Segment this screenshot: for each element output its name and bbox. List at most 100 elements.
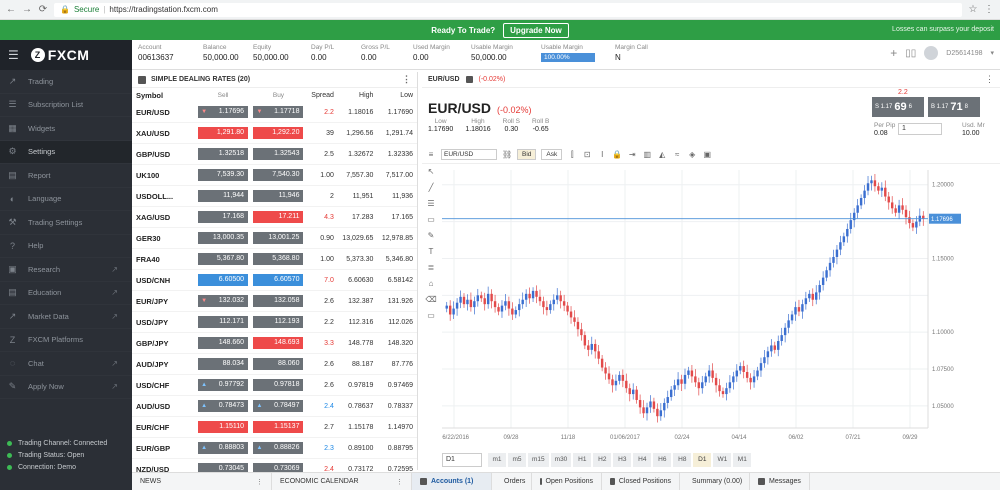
chart-tab-symbol[interactable]: EUR/USD — [428, 76, 460, 83]
trendline-icon[interactable]: ╱ — [429, 183, 434, 192]
sidebar-item-trading-settings[interactable]: ⚒ Trading Settings — [0, 211, 132, 235]
tab-summary-0-00-[interactable]: Summary (0.00) — [680, 472, 750, 490]
menu-dots-icon[interactable]: ⋮ — [984, 4, 994, 15]
sell-price-button[interactable]: ▲ 0.88803 — [198, 442, 249, 454]
table-row[interactable]: AUD/JPY 88.034 88.060 2.6 88.187 87.776 — [132, 354, 417, 375]
buy-price-button[interactable]: 1.32543 — [253, 148, 304, 160]
panel-menu-icon[interactable]: ⋮ — [402, 74, 411, 85]
sell-price-button[interactable]: 13,000.35 — [198, 232, 249, 244]
fib-icon[interactable]: ☰ — [427, 199, 434, 208]
tab-closed-positions[interactable]: Closed Positions — [602, 472, 680, 490]
indicator-icon[interactable]: ⊡ — [582, 150, 592, 159]
sidebar-item-settings[interactable]: ⚙ Settings — [0, 140, 132, 164]
chart-menu-icon[interactable]: ⋮ — [985, 74, 994, 85]
sidebar-item-research[interactable]: ▣ Research ↗ — [0, 258, 132, 282]
table-row[interactable]: UK100 7,539.30 7,540.30 1.00 7,557.30 7,517.0… — [132, 165, 417, 186]
tab-orders[interactable]: Orders — [492, 472, 532, 490]
ruler-icon[interactable]: ▭ — [427, 311, 435, 320]
rectangle-icon[interactable]: ▭ — [427, 215, 435, 224]
pair-select[interactable]: EUR/USD — [441, 149, 497, 160]
timeframe-m15[interactable]: m15 — [528, 453, 549, 467]
sell-price-button[interactable]: 5,367.80 — [198, 253, 249, 265]
table-row[interactable]: USD/CHF ▲ 0.97792 0.97818 2.6 0.97819 0.97469 — [132, 375, 417, 396]
buy-price-button[interactable]: 132.058 — [253, 295, 304, 307]
timeframe-select[interactable]: D1 — [442, 453, 482, 467]
timeframe-h3[interactable]: H3 — [613, 453, 632, 467]
table-row[interactable]: USDOLL... 11,944 11,946 2 11,951 11,936 — [132, 186, 417, 207]
buy-price-button[interactable]: 1.15137 — [253, 421, 304, 433]
sell-price-button[interactable]: 17.168 — [198, 211, 249, 223]
pattern-icon[interactable]: ≣ — [428, 263, 435, 272]
sidebar-item-trading[interactable]: ↗ Trading — [0, 70, 132, 94]
buy-price-button[interactable]: 1,292.20 — [253, 127, 304, 139]
table-row[interactable]: XAU/USD 1,291.80 1,292.20 39 1,296.56 1,291.7… — [132, 123, 417, 144]
tab-open-positions[interactable]: Open Positions — [532, 472, 602, 490]
table-row[interactable]: USD/CNH 6.60500 6.60570 7.0 6.60630 6.58142 — [132, 270, 417, 291]
reload-icon[interactable]: ⟳ — [38, 4, 48, 15]
buy-price-button[interactable]: ▲ 0.78497 — [253, 400, 304, 412]
tab-economic-calendar[interactable]: ECONOMIC CALENDAR ⋮ — [272, 472, 412, 490]
layers-icon[interactable]: ◈ — [687, 150, 697, 159]
sidebar-item-language[interactable]: ◐ Language — [0, 188, 132, 211]
timeframe-h6[interactable]: H6 — [653, 453, 672, 467]
sell-price-button[interactable]: 112.171 — [198, 316, 249, 328]
avatar[interactable] — [924, 46, 939, 60]
sell-price-button[interactable]: 1,291.80 — [198, 127, 249, 139]
sidebar-item-help[interactable]: ? Help — [0, 235, 132, 258]
star-icon[interactable]: ☆ — [968, 4, 978, 15]
sidebar-item-chat[interactable]: ◌ Chat ↗ — [0, 352, 132, 376]
sell-price-button[interactable]: ▲ 0.97792 — [198, 379, 249, 391]
link-icon[interactable]: ⛓ — [502, 150, 512, 159]
buy-price-button[interactable]: 17.211 — [253, 211, 304, 223]
add-icon[interactable]: + — [890, 46, 897, 60]
cursor-icon[interactable]: ↖ — [428, 167, 435, 176]
forward-icon[interactable]: → — [22, 4, 32, 15]
quantity-input[interactable]: 1 — [898, 123, 942, 135]
timeframe-m30[interactable]: m30 — [550, 453, 572, 467]
timeframe-h2[interactable]: H2 — [593, 453, 612, 467]
sell-price-button[interactable]: ▲ 0.78473 — [198, 400, 249, 412]
sidebar-item-fxcm-platforms[interactable]: Z FXCM Platforms — [0, 329, 132, 352]
toolbar-menu-icon[interactable]: ≡ — [426, 150, 436, 159]
sell-price-button[interactable]: 7,539.30 — [198, 169, 249, 181]
timeframe-w1[interactable]: W1 — [713, 453, 732, 467]
table-row[interactable]: GBP/USD 1.32518 1.32543 2.5 1.32672 1.32336 — [132, 144, 417, 165]
back-icon[interactable]: ← — [6, 4, 16, 15]
table-row[interactable]: GER30 13,000.35 13,001.25 0.90 13,029.65 12,9… — [132, 228, 417, 249]
buy-price-button[interactable]: ▲ 0.88826 — [253, 442, 304, 454]
buy-price-button[interactable]: ▼ 1.17718 — [253, 106, 304, 118]
timeframe-h1[interactable]: H1 — [573, 453, 592, 467]
tab-news[interactable]: NEWS ⋮ — [132, 472, 272, 490]
table-row[interactable]: XAG/USD 17.168 17.211 4.3 17.283 17.165 — [132, 207, 417, 228]
table-row[interactable]: USD/JPY 112.171 112.193 2.2 112.316 112.026 — [132, 312, 417, 333]
text-icon[interactable]: I — [597, 150, 607, 159]
table-row[interactable]: EUR/CHF 1.15110 1.15137 2.7 1.15178 1.14970 — [132, 417, 417, 438]
brush-icon[interactable]: ✎ — [428, 231, 435, 240]
candle-type-icon[interactable]: ⫿ — [567, 150, 577, 160]
timeframe-m5[interactable]: m5 — [508, 453, 526, 467]
eraser-icon[interactable]: ⌫ — [425, 295, 436, 304]
bar-chart-icon[interactable]: ▥ — [642, 150, 652, 159]
bid-button[interactable]: Bid — [517, 149, 537, 160]
timeframe-m1[interactable]: M1 — [733, 453, 752, 467]
sell-price-button[interactable]: 148.660 — [198, 337, 249, 349]
area-chart-icon[interactable]: ◭ — [657, 150, 667, 159]
text-tool-icon[interactable]: T — [429, 247, 434, 256]
table-row[interactable]: GBP/JPY 148.660 148.693 3.3 148.778 148.320 — [132, 333, 417, 354]
buy-price-button[interactable]: 13,001.25 — [253, 232, 304, 244]
buy-price-button[interactable]: 88.060 — [253, 358, 304, 370]
tab-messages[interactable]: Messages — [750, 472, 810, 490]
table-row[interactable]: AUD/USD ▲ 0.78473 ▲ 0.78497 2.4 0.78637 0.78337 — [132, 396, 417, 417]
screenshot-icon[interactable]: ▣ — [702, 150, 712, 159]
chevron-down-icon[interactable]: ▾ — [990, 49, 994, 57]
chart-pin-icon[interactable] — [465, 76, 473, 83]
timeframe-d1[interactable]: D1 — [693, 453, 712, 467]
layout-icon[interactable]: ▯▯ — [905, 48, 916, 59]
table-row[interactable]: EUR/JPY ▼ 132.032 132.058 2.6 132.387 131.926 — [132, 291, 417, 312]
timeframe-h4[interactable]: H4 — [633, 453, 652, 467]
sell-price-button[interactable]: 6.60500 — [198, 274, 249, 286]
timeframe-m1[interactable]: m1 — [488, 453, 506, 467]
sidebar-item-subscription-list[interactable]: ☰ Subscription List — [0, 94, 132, 117]
crosshair-icon[interactable]: ⇥ — [627, 150, 637, 159]
sell-price-button[interactable]: 88.034 — [198, 358, 249, 370]
